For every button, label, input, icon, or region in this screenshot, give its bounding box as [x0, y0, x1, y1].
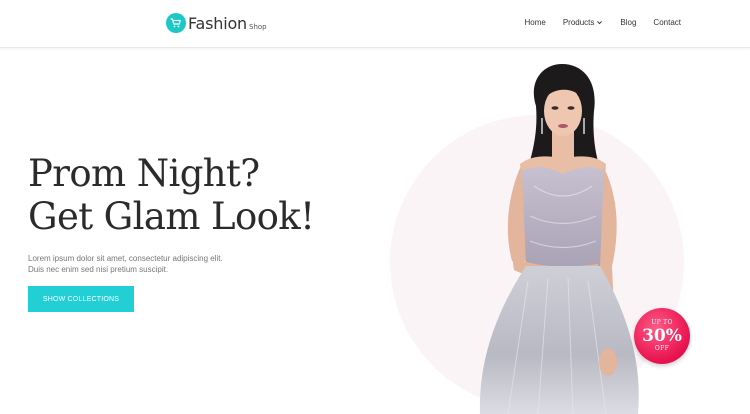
nav-blog-label: Blog [620, 18, 637, 27]
nav-home[interactable]: Home [524, 18, 545, 27]
hero-headline-line1: Prom Night? [28, 152, 260, 195]
chevron-down-icon [597, 21, 603, 25]
logo[interactable]: Fashion Shop [166, 12, 267, 34]
hero-description-line2: Duis nec enim sed nisi pretium suscipit. [28, 265, 169, 274]
logo-brand: Fashion [188, 14, 247, 33]
hero-description: Lorem ipsum dolor sit amet, consectetur … [28, 253, 223, 275]
logo-sub: Shop [249, 23, 267, 31]
nav-blog[interactable]: Blog [620, 18, 636, 27]
shopping-cart-icon [166, 13, 186, 33]
nav-products-label: Products [562, 18, 595, 27]
discount-badge: UP TO 30% OFF [634, 308, 690, 364]
hero-description-line1: Lorem ipsum dolor sit amet, consectetur … [28, 254, 223, 263]
model-image [479, 64, 639, 414]
badge-value: 30% [642, 326, 682, 346]
landing-page: Fashion Shop Home Products Blog Contact … [0, 0, 750, 414]
hero-headline-line2: Get Glam Look! [28, 195, 315, 238]
site-header: Fashion Shop Home Products Blog Contact [0, 0, 750, 48]
nav-contact-label: Contact [653, 18, 681, 27]
show-collections-button[interactable]: SHOW COLLECTIONS [28, 286, 134, 312]
nav-products[interactable]: Products [563, 18, 604, 27]
badge-bottom-text: OFF [654, 345, 670, 352]
nav-contact[interactable]: Contact [653, 18, 681, 27]
hero-headline: Prom Night? Get Glam Look! [28, 152, 315, 238]
main-nav: Home Products Blog Contact [524, 18, 681, 27]
nav-home-label: Home [524, 18, 546, 27]
